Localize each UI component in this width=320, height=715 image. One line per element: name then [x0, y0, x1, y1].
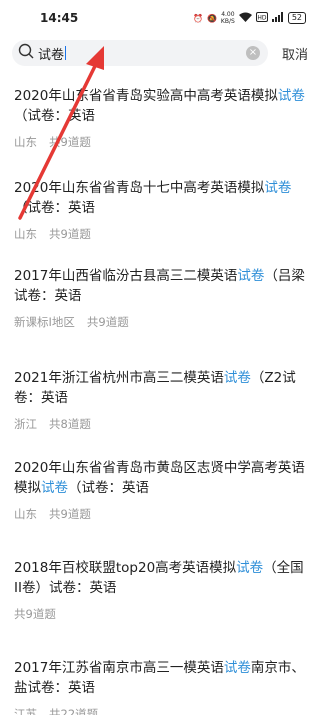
result-meta-text: 共9道题 [49, 227, 91, 241]
result-item[interactable]: 2020年山东省省青岛市黄岛区志贤中学高考英语模拟试卷（试卷：英语山东 共9道题 [0, 450, 320, 522]
result-meta-text: 共8道题 [49, 417, 91, 431]
battery-indicator: 52 [287, 12, 306, 24]
status-bar: 14:45 ⏰ 🔕 4.00 KB/S HD 52 [0, 0, 320, 36]
result-meta: 浙江 共8道题 [14, 416, 306, 432]
result-title-suffix: （试卷：英语 [68, 480, 149, 496]
result-meta-text: 共9道题 [49, 507, 91, 521]
result-title-highlight: 试卷 [236, 560, 264, 576]
result-title-text: 2018年百校联盟top20高考英语模拟 [14, 560, 237, 576]
result-meta: 山东 共9道题 [14, 226, 306, 242]
result-item[interactable]: 2017年山西省临汾古县高三二模英语试卷（吕梁试卷：英语新课标I地区 共9道题 [0, 258, 320, 330]
network-speed-value: 4.00 [221, 11, 235, 18]
result-title-highlight: 试卷 [277, 88, 305, 104]
result-title-highlight: 试卷 [264, 180, 292, 196]
cancel-button[interactable]: 取消 [282, 44, 308, 63]
result-title: 2021年浙江省杭州市高三二模英语试卷（Z2试卷：英语 [14, 368, 306, 408]
text-caret [65, 46, 67, 60]
search-input[interactable]: 试卷 [34, 44, 246, 63]
result-item[interactable]: 2020年山东省省青岛实验高中高考英语模拟试卷（试卷：英语 山东 共9道题 [0, 78, 320, 150]
result-meta-text: 共9道题 [14, 607, 56, 621]
result-title-text: 2021年浙江省杭州市高三二模英语 [14, 370, 224, 386]
search-box[interactable]: 试卷 × [12, 40, 268, 66]
result-meta: 共9道题 [14, 606, 306, 622]
result-meta: 山东 共9道题 [14, 506, 306, 522]
result-title-highlight: 试卷 [223, 660, 251, 676]
result-title-highlight: 试卷 [237, 268, 265, 284]
svg-text:HD: HD [257, 15, 267, 22]
hd-icon: HD [255, 12, 268, 24]
result-meta-text: 山东 [14, 507, 37, 521]
result-item[interactable]: 2017年江苏省南京市高三一模英语试卷南京市、盐试卷：英语江苏 共22道题 [0, 650, 320, 715]
result-item[interactable]: 2020年山东省省青岛十七中高考英语模拟试卷（试卷：英语 山东 共9道题 [0, 170, 320, 242]
result-title: 2020年山东省省青岛市黄岛区志贤中学高考英语模拟试卷（试卷：英语 [14, 458, 306, 498]
result-meta: 新课标I地区 共9道题 [14, 314, 306, 330]
mute-icon: 🔕 [206, 13, 217, 23]
result-meta-text: 共9道题 [86, 315, 129, 329]
result-title: 2020年山东省省青岛实验高中高考英语模拟试卷 （试卷：英语 [14, 86, 306, 126]
network-speed: 4.00 KB/S [221, 11, 235, 25]
result-meta-text: 山东 [14, 227, 37, 241]
search-query: 试卷 [38, 47, 65, 63]
result-title-highlight: 试卷 [223, 370, 251, 386]
result-meta-text: 新课标I地区 [14, 315, 75, 329]
status-icons: ⏰ 🔕 4.00 KB/S HD 52 [193, 11, 306, 25]
wifi-icon [238, 12, 252, 24]
search-bar: 试卷 × 取消 [0, 36, 320, 70]
result-meta-text: 共22道题 [49, 707, 99, 715]
alarm-icon: ⏰ [192, 13, 203, 23]
result-title-suffix: （试卷：英语 [14, 108, 95, 124]
search-icon [18, 43, 34, 63]
result-title: 2017年江苏省南京市高三一模英语试卷南京市、盐试卷：英语 [14, 658, 306, 698]
status-time: 14:45 [40, 11, 79, 25]
result-title: 2020年山东省省青岛十七中高考英语模拟试卷 （试卷：英语 [14, 178, 306, 218]
result-title-highlight: 试卷 [41, 480, 68, 496]
result-meta: 江苏 共22道题 [14, 706, 306, 715]
result-title-text: 2017年山西省临汾古县高三二模英语 [14, 268, 238, 284]
result-item[interactable]: 2018年百校联盟top20高考英语模拟试卷（全国II卷）试卷：英语共9道题 [0, 550, 320, 622]
result-meta-text: 山东 [14, 135, 37, 149]
result-meta-text: 共9道题 [49, 135, 91, 149]
result-title-text: 2020年山东省省青岛实验高中高考英语模拟 [14, 88, 278, 104]
result-title: 2018年百校联盟top20高考英语模拟试卷（全国II卷）试卷：英语 [14, 558, 306, 598]
result-title-text: 2017年江苏省南京市高三一模英语 [14, 660, 224, 676]
result-item[interactable]: 2021年浙江省杭州市高三二模英语试卷（Z2试卷：英语浙江 共8道题 [0, 360, 320, 432]
signal-icon [271, 12, 284, 24]
result-meta-text: 浙江 [14, 417, 37, 431]
result-meta: 山东 共9道题 [14, 134, 306, 150]
clear-icon[interactable]: × [246, 46, 260, 60]
result-title: 2017年山西省临汾古县高三二模英语试卷（吕梁试卷：英语 [14, 266, 306, 306]
result-title-text: 2020年山东省省青岛十七中高考英语模拟 [14, 180, 265, 196]
result-title-suffix: （试卷：英语 [14, 200, 95, 216]
network-speed-unit: KB/S [220, 18, 235, 25]
result-meta-text: 江苏 [14, 707, 37, 715]
